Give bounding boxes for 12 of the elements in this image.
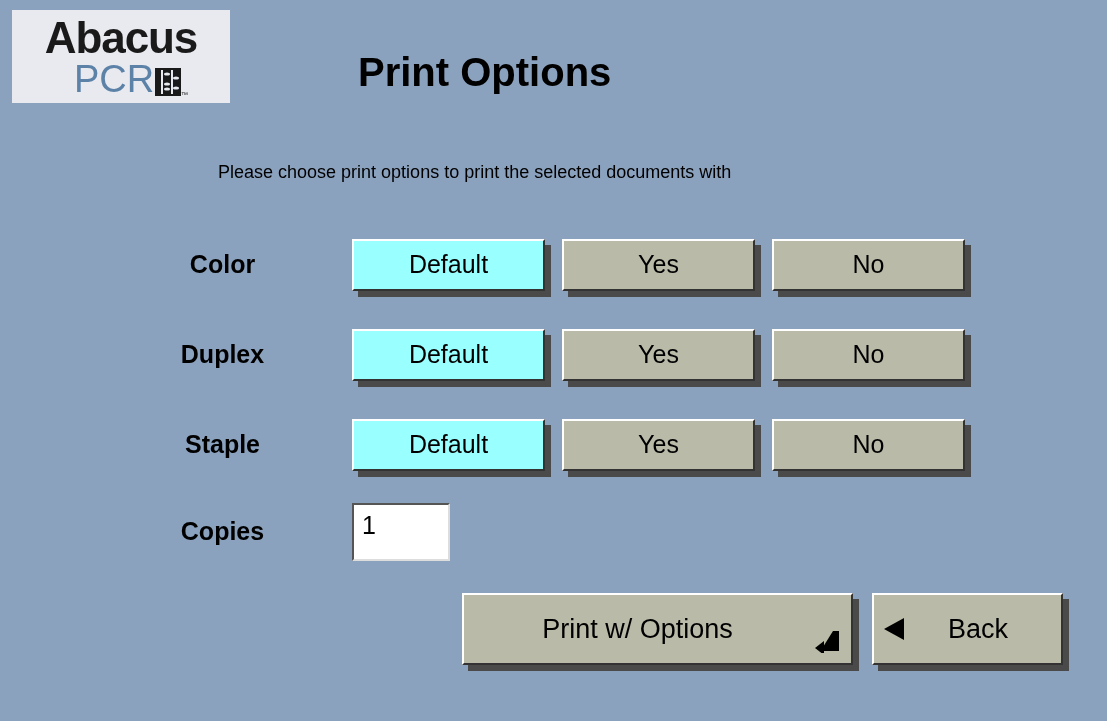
option-label: Color (188, 249, 257, 281)
option-label: Staple (184, 429, 261, 461)
instructions-text: Please choose print options to print the selected documents with (218, 161, 733, 184)
left-triangle-icon (884, 618, 904, 640)
abacus-icon (155, 67, 182, 96)
logo-subtitle: PCR (73, 59, 155, 98)
copies-field[interactable]: 1 (352, 503, 450, 561)
page-title: Print Options (358, 49, 612, 96)
enter-key-icon (815, 631, 841, 653)
logo-wordmark: Abacus (44, 15, 198, 60)
copies-label: Copies (179, 516, 266, 548)
option-label: Duplex (179, 339, 266, 371)
